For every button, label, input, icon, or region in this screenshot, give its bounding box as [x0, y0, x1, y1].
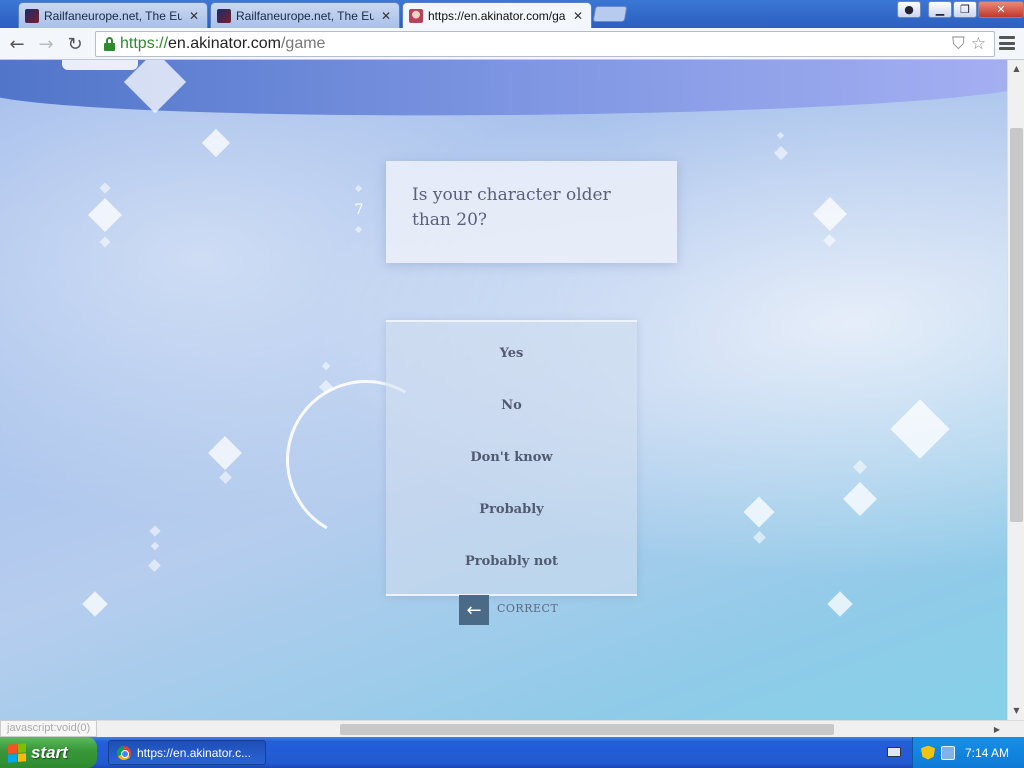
decorative-diamond	[321, 361, 331, 371]
horizontal-scrollbar[interactable]: ▶	[0, 720, 1024, 737]
decorative-diamond	[219, 471, 232, 484]
keyboard-icon[interactable]	[887, 747, 901, 757]
restore-button[interactable]: ❐	[953, 1, 977, 18]
start-button[interactable]: start	[0, 737, 97, 768]
scroll-up-icon[interactable]: ▲	[1008, 62, 1024, 76]
tab-railfaneurope-2[interactable]: Railfaneurope.net, The Europ ✕	[210, 2, 400, 28]
decorative-diamond	[890, 399, 950, 459]
chrome-icon	[117, 745, 131, 760]
forward-arrow-icon[interactable]: →	[34, 33, 58, 55]
decorative-diamond	[753, 531, 766, 544]
decorative-diamond	[149, 525, 161, 537]
decorative-diamond	[208, 436, 242, 470]
answer-probably-not[interactable]: Probably not	[386, 542, 637, 582]
correct-link[interactable]: CORRECT	[497, 602, 558, 615]
tab-akinator[interactable]: https://en.akinator.com/game ✕	[402, 2, 592, 28]
decorative-diamond	[148, 559, 161, 572]
decorative-diamond	[354, 184, 363, 193]
header-tab	[62, 60, 138, 70]
tab-title: Railfaneurope.net, The Europ	[236, 8, 374, 23]
reload-icon[interactable]: ↻	[63, 33, 87, 55]
decorative-diamond	[813, 197, 847, 231]
address-bar[interactable]: https:// en.akinator.com /game ⛉ ☆	[95, 31, 995, 57]
lock-icon[interactable]	[100, 35, 118, 53]
start-label: start	[31, 742, 68, 762]
horizontal-scroll-thumb[interactable]	[340, 724, 834, 735]
decorative-diamond	[88, 198, 122, 232]
page-viewport: 7 Is your character older than 20? Yes N…	[0, 60, 1007, 720]
answer-dont-know[interactable]: Don't know	[386, 438, 637, 478]
url-scheme: https://	[120, 35, 169, 52]
status-bubble: javascript:void(0)	[0, 720, 98, 737]
vertical-scroll-thumb[interactable]	[1010, 128, 1023, 522]
decorative-diamond	[773, 145, 789, 161]
network-icon[interactable]	[941, 745, 955, 760]
question-bubble: Is your character older than 20?	[386, 161, 677, 263]
bookmark-star-icon[interactable]: ☆	[971, 34, 986, 54]
windows-taskbar: start https://en.akinator.c... 7:14 AM	[0, 737, 1024, 768]
decorative-diamond	[776, 131, 785, 140]
decorative-diamond	[743, 496, 775, 528]
browser-toolbar: ← → ↻ https:// en.akinator.com /game ⛉ ☆	[0, 28, 1024, 60]
tab-title: Railfaneurope.net, The Europ	[44, 8, 182, 23]
browser-tabstrip: Railfaneurope.net, The Europ ✕ Railfaneu…	[0, 0, 1024, 28]
decorative-diamond	[354, 225, 363, 234]
answer-probably[interactable]: Probably	[386, 490, 637, 530]
taskbar-item-label: https://en.akinator.c...	[137, 745, 252, 760]
close-icon[interactable]: ✕	[571, 9, 585, 23]
scroll-right-icon[interactable]: ▶	[990, 721, 1004, 738]
tab-title: https://en.akinator.com/game	[428, 8, 566, 23]
back-answer-button[interactable]: ←	[459, 595, 489, 625]
user-profile-icon[interactable]: ●	[897, 1, 921, 18]
new-tab-button[interactable]	[592, 6, 628, 22]
windows-logo-icon	[8, 742, 26, 763]
answer-yes[interactable]: Yes	[386, 334, 637, 374]
decorative-diamond	[823, 234, 836, 247]
url-host: en.akinator.com	[168, 35, 281, 52]
taskbar-item-chrome[interactable]: https://en.akinator.c...	[108, 740, 266, 765]
decorative-diamond	[99, 236, 111, 248]
system-tray: 7:14 AM	[912, 737, 1024, 768]
arrow-left-icon: ←	[466, 599, 482, 621]
decorative-diamond	[201, 128, 231, 158]
window-close-button[interactable]: ✕	[978, 1, 1024, 18]
answer-no[interactable]: No	[386, 386, 637, 426]
decorative-diamond	[852, 459, 868, 475]
question-number: 7	[354, 202, 364, 218]
decorative-diamond	[82, 591, 108, 617]
close-icon[interactable]: ✕	[187, 9, 201, 23]
decorative-diamond	[150, 541, 160, 551]
decorative-diamond	[827, 591, 853, 617]
decorative-diamond	[99, 182, 111, 194]
question-text: Is your character older than 20?	[412, 185, 611, 230]
railfaneurope-favicon-icon	[217, 8, 231, 23]
browser-menu-icon[interactable]	[998, 34, 1016, 52]
security-shield-icon[interactable]	[921, 745, 935, 760]
akinator-favicon-icon	[409, 8, 423, 23]
railfaneurope-favicon-icon	[25, 8, 39, 23]
url-path: /game	[280, 35, 326, 52]
close-icon[interactable]: ✕	[379, 9, 393, 23]
minimize-button[interactable]: ▁	[928, 1, 952, 18]
vertical-scrollbar[interactable]: ▲ ▼	[1007, 60, 1024, 720]
back-arrow-icon[interactable]: ←	[5, 33, 29, 55]
scroll-down-icon[interactable]: ▼	[1008, 704, 1024, 718]
answer-list: Yes No Don't know Probably Probably not	[386, 320, 637, 596]
tab-railfaneurope-1[interactable]: Railfaneurope.net, The Europ ✕	[18, 2, 208, 28]
clock: 7:14 AM	[965, 745, 1010, 760]
shield-icon[interactable]: ⛉	[952, 34, 965, 54]
decorative-diamond	[843, 482, 877, 516]
